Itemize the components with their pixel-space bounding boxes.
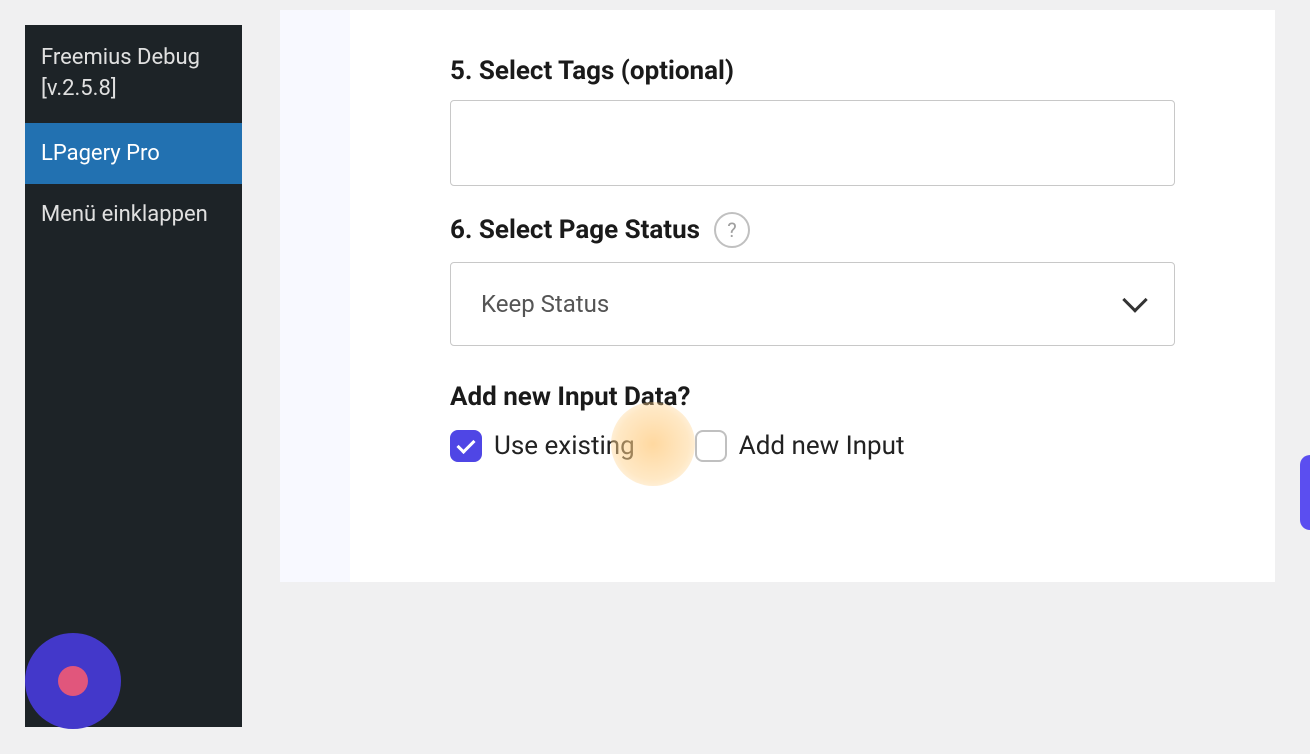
- add-new-input-checkbox[interactable]: [695, 430, 727, 462]
- record-icon: [58, 666, 88, 696]
- page-status-select[interactable]: Keep Status: [450, 262, 1175, 346]
- admin-sidebar: Freemius Debug [v.2.5.8] LPagery Pro Men…: [25, 25, 242, 727]
- use-existing-label: Use existing: [494, 431, 635, 461]
- section-heading-tags: 5. Select Tags (optional): [450, 56, 1175, 86]
- floating-widget[interactable]: [1300, 455, 1310, 530]
- section-heading-status-label: 6. Select Page Status: [450, 215, 700, 245]
- record-button[interactable]: [25, 633, 121, 729]
- section-heading-tags-label: 5. Select Tags (optional): [450, 56, 734, 86]
- page-status-value: Keep Status: [481, 290, 609, 318]
- input-data-options: Use existing Add new Input: [450, 430, 1175, 462]
- sidebar-item-freemius-debug[interactable]: Freemius Debug [v.2.5.8]: [25, 25, 242, 123]
- input-data-heading-label: Add new Input Data?: [450, 382, 690, 412]
- section-heading-status: 6. Select Page Status ?: [450, 212, 1175, 248]
- main-content: 5. Select Tags (optional) 6. Select Page…: [280, 10, 1275, 582]
- input-data-heading: Add new Input Data?: [450, 382, 1175, 412]
- tags-input[interactable]: [450, 100, 1175, 186]
- use-existing-checkbox[interactable]: [450, 430, 482, 462]
- form-card: 5. Select Tags (optional) 6. Select Page…: [350, 10, 1275, 582]
- sidebar-item-lpagery-pro[interactable]: LPagery Pro: [25, 123, 242, 184]
- add-new-input-label: Add new Input: [739, 431, 905, 461]
- chevron-down-icon: [1122, 287, 1147, 312]
- add-new-input-option[interactable]: Add new Input: [695, 430, 905, 462]
- use-existing-option[interactable]: Use existing: [450, 430, 635, 462]
- help-icon[interactable]: ?: [714, 212, 750, 248]
- sidebar-item-collapse-menu[interactable]: Menü einklappen: [25, 184, 242, 245]
